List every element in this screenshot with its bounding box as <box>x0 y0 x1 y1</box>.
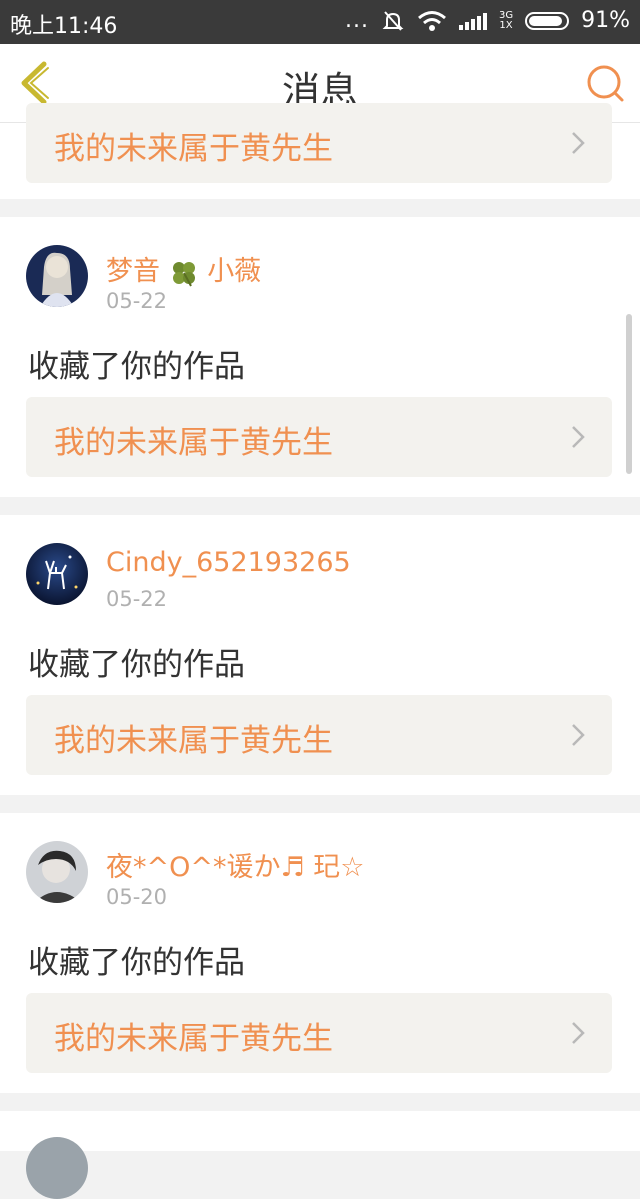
avatar[interactable] <box>26 245 88 307</box>
battery-icon <box>525 11 570 30</box>
wifi-icon <box>418 10 446 31</box>
more-dots-icon: ... <box>344 8 369 33</box>
message-action: 收藏了你的作品 <box>28 349 245 385</box>
list-item: 我的未来属于黄先生 <box>0 103 640 199</box>
work-title: 我的未来属于黄先生 <box>54 723 333 759</box>
chevron-right-icon <box>572 724 585 746</box>
username[interactable]: Cindy_652193265 <box>106 547 351 578</box>
work-title: 我的未来属于黄先生 <box>54 131 333 167</box>
list-item: 梦音 小薇 05-22 收藏了你的作品 我的未来属于黄先生 <box>0 217 640 497</box>
username[interactable]: 梦音 小薇 <box>106 249 261 288</box>
chevron-right-icon <box>572 1022 585 1044</box>
message-date: 05-20 <box>106 885 168 909</box>
work-link[interactable]: 我的未来属于黄先生 <box>26 695 612 775</box>
chevron-right-icon <box>572 426 585 448</box>
scrollbar[interactable] <box>626 314 632 474</box>
username[interactable]: 夜*^O^*谖か♬ 玘☆ <box>106 845 365 884</box>
signal-icon <box>458 12 487 30</box>
clover-icon <box>172 261 195 286</box>
search-icon[interactable] <box>584 62 626 104</box>
status-icons: ... 3G 1X 91% <box>345 8 630 33</box>
network-type: 3G 1X <box>498 9 514 31</box>
work-title: 我的未来属于黄先生 <box>54 425 333 461</box>
avatar[interactable] <box>26 841 88 903</box>
battery-percent: 91% <box>581 8 630 33</box>
avatar[interactable] <box>26 543 88 605</box>
list-item: 夜*^O^*谖か♬ 玘☆ 05-20 收藏了你的作品 我的未来属于黄先生 <box>0 813 640 1093</box>
work-link[interactable]: 我的未来属于黄先生 <box>26 397 612 477</box>
message-action: 收藏了你的作品 <box>28 945 245 981</box>
chevron-right-icon <box>572 132 585 154</box>
bell-muted-icon <box>382 10 404 31</box>
status-time: 晚上11:46 <box>10 14 118 39</box>
avatar[interactable] <box>26 1137 88 1199</box>
message-date: 05-22 <box>106 587 168 611</box>
work-link[interactable]: 我的未来属于黄先生 <box>26 103 612 183</box>
list-item: Cindy_652193265 05-22 收藏了你的作品 我的未来属于黄先生 <box>0 515 640 795</box>
work-title: 我的未来属于黄先生 <box>54 1021 333 1057</box>
message-list: 我的未来属于黄先生 梦音 小薇 05-22 收藏了你的作品 我的未来属于黄先生 … <box>0 103 640 1199</box>
work-link[interactable]: 我的未来属于黄先生 <box>26 993 612 1073</box>
status-bar: 晚上11:46 ... 3G 1X 91% <box>0 0 640 44</box>
message-action: 收藏了你的作品 <box>28 647 245 683</box>
message-date: 05-22 <box>106 289 168 313</box>
list-item <box>0 1111 640 1199</box>
